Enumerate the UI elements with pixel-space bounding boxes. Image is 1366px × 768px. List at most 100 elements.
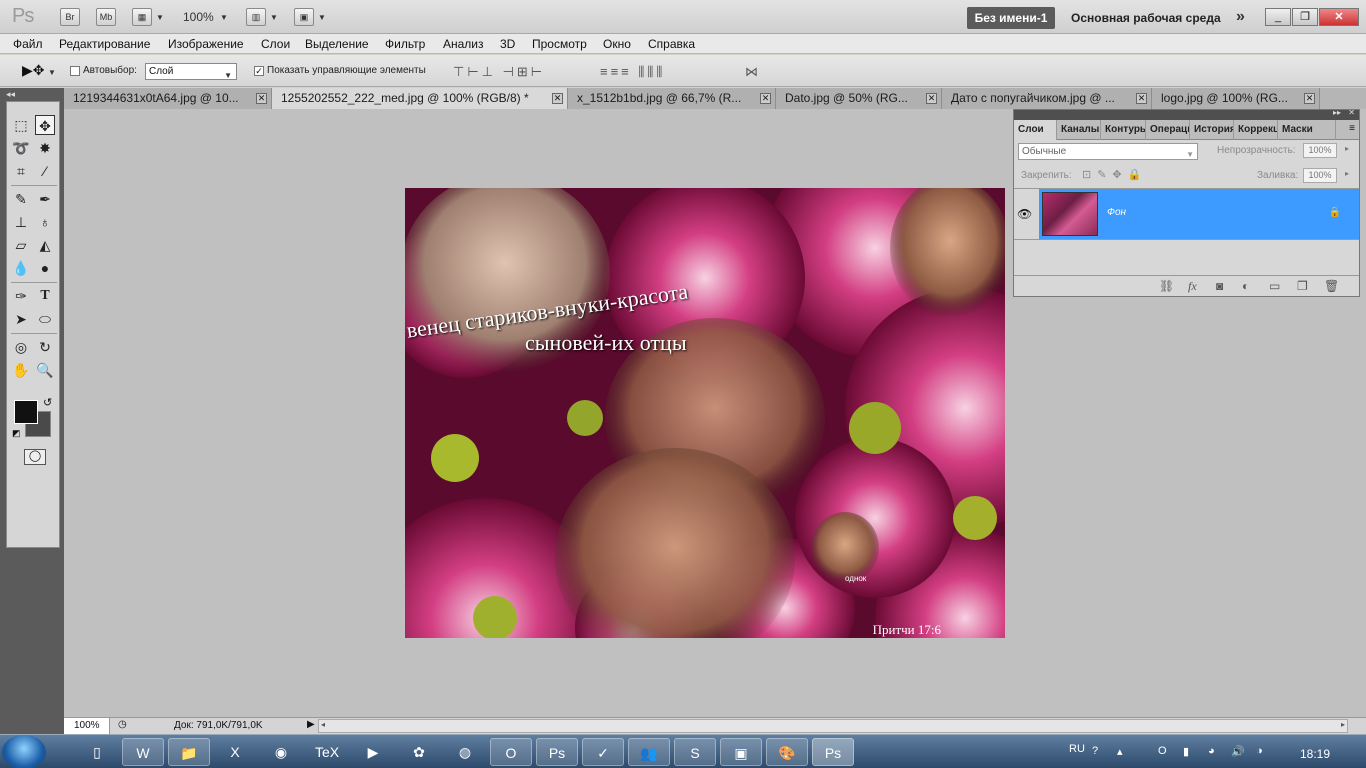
distribute-icons-group[interactable]: ≡≡≡ ⫼⫼⫼ (600, 64, 665, 80)
delete-layer-icon[interactable]: 🗑 (1324, 279, 1339, 293)
close-tab-icon[interactable]: ✕ (760, 93, 771, 104)
lock-options-icons[interactable]: ⊡✎✥🔒 (1082, 168, 1147, 181)
scroll-left-icon[interactable]: ◂ (321, 720, 325, 729)
chevron-down-icon[interactable]: ▼ (270, 13, 278, 22)
swap-colors-icon[interactable]: ↺ (43, 396, 52, 409)
messenger-icon[interactable]: 👥 (628, 738, 670, 766)
panel-menu-icon[interactable]: ≡ (1349, 123, 1355, 134)
screen-mode-button[interactable]: ▣ (294, 8, 314, 26)
start-button[interactable] (2, 735, 46, 768)
restore-button[interactable]: ❐ (1292, 8, 1318, 26)
app-icon[interactable]: ✿ (398, 738, 440, 766)
pen-tool-icon[interactable]: ✑ (11, 286, 31, 306)
tab-actions[interactable]: Операции (1146, 120, 1190, 140)
tab-document-6[interactable]: logo.jpg @ 100% (RG... ✕ (1152, 88, 1320, 109)
remote-app-icon[interactable]: ▣ (720, 738, 762, 766)
help-tray-icon[interactable]: ? (1092, 745, 1098, 757)
eraser-tool-icon[interactable]: ▱ (11, 235, 31, 255)
auto-select-checkbox[interactable] (70, 66, 80, 76)
collapse-panel-icon[interactable]: ▸▸ (1333, 108, 1341, 117)
green-tray-icon[interactable]: ◕ (1208, 745, 1215, 757)
photoshop-taskbar-icon[interactable]: Ps (536, 738, 578, 766)
menu-edit[interactable]: Редактирование (59, 37, 150, 51)
close-tab-icon[interactable]: ✕ (1136, 93, 1147, 104)
close-window-button[interactable]: ✕ (1319, 8, 1359, 26)
menu-layers[interactable]: Слои (261, 37, 290, 51)
opera-tray-icon[interactable]: O (1158, 745, 1167, 757)
excel-icon[interactable]: X (214, 738, 256, 766)
auto-align-icon[interactable]: ⋈ (745, 64, 761, 80)
eyedropper-tool-icon[interactable]: ⁄ (35, 161, 55, 181)
move-tool-preset-icon[interactable]: ▶✥ (22, 62, 45, 79)
menu-view[interactable]: Просмотр (532, 37, 587, 51)
horizontal-scrollbar[interactable]: ◂ ▸ (318, 719, 1348, 733)
link-layers-icon[interactable]: ⛓ (1159, 279, 1174, 293)
close-tab-icon[interactable]: ✕ (1304, 93, 1315, 104)
zoom-tool-icon[interactable]: 🔍 (35, 360, 55, 380)
healing-brush-tool-icon[interactable]: ✎ (11, 189, 31, 209)
green-app-icon[interactable]: ✓ (582, 738, 624, 766)
crop-tool-icon[interactable]: ⌗ (11, 161, 31, 181)
clone-stamp-tool-icon[interactable]: ⊥ (11, 212, 31, 232)
opera-icon[interactable]: O (490, 738, 532, 766)
chrome-icon[interactable]: ◉ (260, 738, 302, 766)
menu-file[interactable]: Файл (13, 37, 43, 51)
close-tab-icon[interactable]: ✕ (552, 93, 563, 104)
quick-mask-icon[interactable]: ◯ (24, 449, 46, 465)
chevron-down-icon[interactable]: ▼ (318, 13, 326, 22)
brush-tool-icon[interactable]: ✒ (35, 189, 55, 209)
dodge-tool-icon[interactable]: ● (35, 258, 55, 278)
tex-icon[interactable]: TeX (306, 738, 348, 766)
foreground-color-swatch[interactable] (14, 400, 38, 424)
tab-document-4[interactable]: Dato.jpg @ 50% (RG... ✕ (776, 88, 942, 109)
close-panel-icon[interactable]: ✕ (1348, 108, 1355, 117)
3d-orbit-tool-icon[interactable]: ↻ (35, 337, 55, 357)
fill-field[interactable]: 100% (1303, 168, 1337, 183)
tab-channels[interactable]: Каналы (1057, 120, 1101, 140)
collapse-panel-icon[interactable]: ◂◂ (6, 89, 15, 100)
new-layer-icon[interactable]: ❐ (1297, 279, 1308, 293)
mini-bridge-button[interactable]: Mb (96, 8, 116, 26)
minimize-button[interactable]: _ (1265, 8, 1291, 26)
chevron-down-icon[interactable]: ▼ (48, 68, 56, 77)
view-extras-button[interactable]: ▦ (132, 8, 152, 26)
tab-adjustments[interactable]: Коррекция (1234, 120, 1278, 140)
move-tool-icon[interactable]: ✥ (35, 115, 55, 135)
fill-arrow-icon[interactable]: ▸ (1345, 169, 1349, 178)
chevron-down-icon[interactable]: ▼ (156, 13, 164, 22)
status-info-icon[interactable]: ◷ (118, 719, 127, 730)
align-icons-group[interactable]: ⊤⊢⊥ ⊣⊞⊢ (453, 64, 545, 80)
menu-select[interactable]: Выделение (305, 37, 369, 51)
double-chevron-icon[interactable]: » (1236, 8, 1245, 26)
status-zoom-field[interactable]: 100% (64, 718, 110, 734)
skype-icon[interactable]: S (674, 738, 716, 766)
menu-image[interactable]: Изображение (168, 37, 244, 51)
history-brush-tool-icon[interactable]: ♁ (35, 212, 55, 232)
blur-tool-icon[interactable]: 💧 (11, 258, 31, 278)
hand-tool-icon[interactable]: ✋ (11, 360, 31, 380)
tab-document-3[interactable]: x_1512b1bd.jpg @ 66,7% (R... ✕ (568, 88, 776, 109)
auto-select-target-select[interactable]: Слой ▼ (145, 63, 237, 80)
ellipse-tool-icon[interactable]: ⬭ (35, 309, 55, 329)
marquee-tool-icon[interactable]: ⬚ (11, 115, 31, 135)
layer-style-fx-icon[interactable]: fx (1188, 279, 1197, 294)
volume-tray-icon[interactable]: 🔊 (1231, 745, 1245, 758)
menu-filter[interactable]: Фильтр (385, 37, 425, 51)
network-tray-icon[interactable]: ▮ (1183, 745, 1189, 758)
media-player-icon[interactable]: ▶ (352, 738, 394, 766)
menu-3d[interactable]: 3D (500, 37, 515, 51)
opacity-field[interactable]: 100% (1303, 143, 1337, 158)
layer-row-background[interactable]: Фон 🔒 (1039, 189, 1359, 239)
lasso-tool-icon[interactable]: ➰ (11, 138, 31, 158)
menu-help[interactable]: Справка (648, 37, 695, 51)
blend-mode-select[interactable]: Обычные ▼ (1018, 143, 1198, 160)
photoshop-active-taskbar-icon[interactable]: Ps (812, 738, 854, 766)
tab-document-2[interactable]: 1255202552_222_med.jpg @ 100% (RGB/8) * … (272, 88, 568, 109)
document-canvas[interactable]: венец стариков-внуки-красота сыновей-их … (405, 188, 1005, 638)
word-icon[interactable]: W (122, 738, 164, 766)
menu-window[interactable]: Окно (603, 37, 631, 51)
tab-document-1[interactable]: 1219344631x0tA64.jpg @ 10... ✕ (64, 88, 272, 109)
add-mask-icon[interactable]: ◙ (1216, 279, 1223, 293)
default-colors-icon[interactable]: ◩ (12, 428, 21, 439)
paint-icon[interactable]: 🎨 (766, 738, 808, 766)
